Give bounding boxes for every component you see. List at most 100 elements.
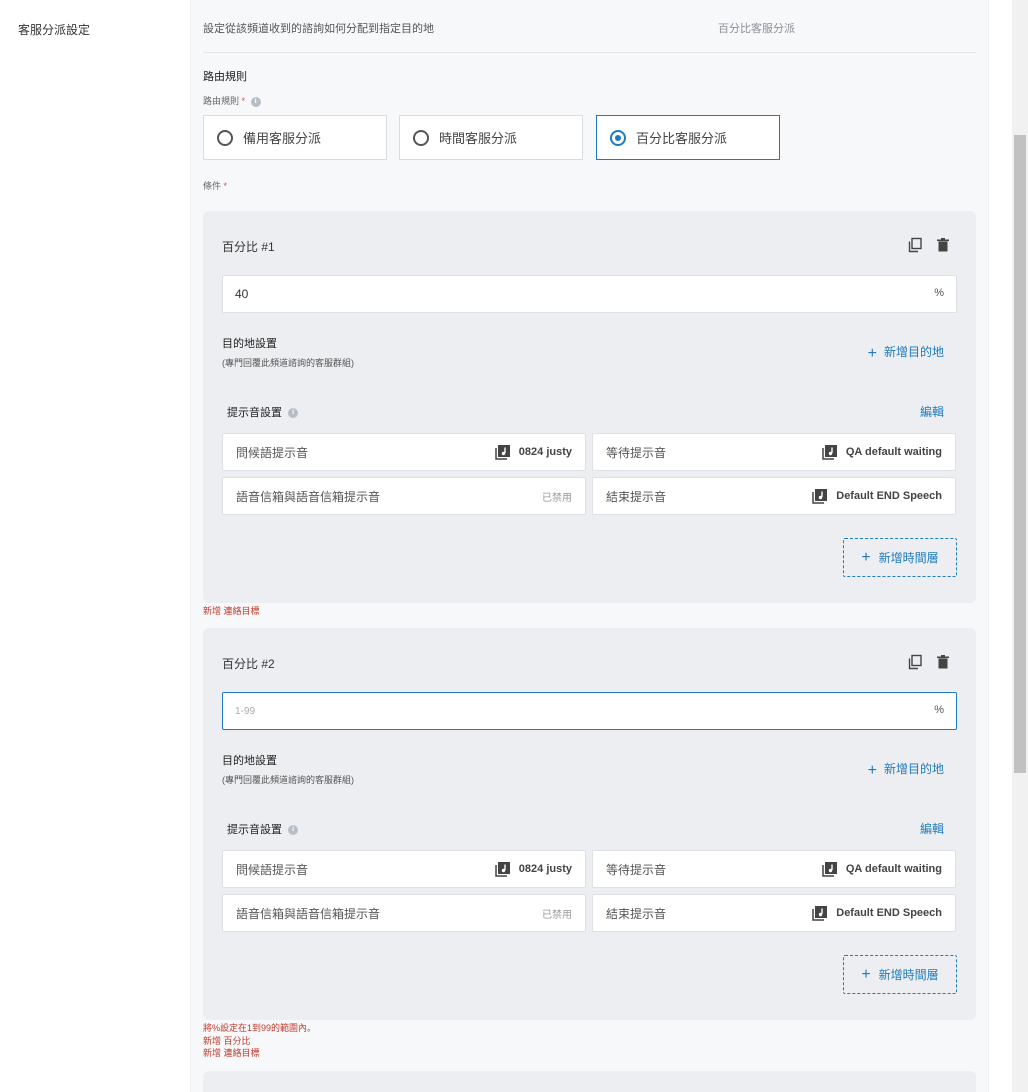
add-time-layer-button[interactable]: + 新增時間層 (843, 955, 957, 994)
scrollbar-thumb[interactable] (1014, 135, 1026, 773)
radio-label: 時間客服分派 (439, 131, 518, 146)
current-mode-text: 百分比客服分派 (718, 23, 795, 35)
prompt-value: QA default waiting (822, 444, 942, 460)
prompt-disabled-text: 已禁用 (542, 492, 572, 504)
percentage-placeholder: 1-99 (235, 705, 256, 717)
divider (203, 52, 976, 53)
end-prompt[interactable]: 結束提示音 Default END Speech (592, 477, 956, 515)
percent-suffix: % (934, 287, 944, 299)
add-destination-label: 新增目的地 (883, 762, 944, 776)
copy-icon[interactable] (907, 237, 923, 253)
percent-suffix: % (934, 704, 944, 716)
add-destination-button[interactable]: + 新增目的地 (868, 343, 944, 363)
add-destination-label: 新增目的地 (883, 345, 944, 359)
radio-time-routing[interactable]: 時間客服分派 (399, 115, 583, 160)
section-label: 客服分派設定 (18, 23, 91, 37)
prompt-value-text: QA default waiting (845, 863, 942, 875)
prompt-name: 語音信箱與語音信箱提示音 (236, 489, 381, 504)
error-add-contact: 新增 連絡目標 (203, 1048, 260, 1058)
plus-icon: + (861, 548, 871, 566)
percentage-value: 40 (235, 287, 249, 301)
prompt-value: 0824 justy (495, 861, 572, 877)
required-mark: * (241, 96, 246, 106)
prompt-name: 等待提示音 (606, 862, 667, 877)
add-time-layer-button[interactable]: + 新增時間層 (843, 538, 957, 577)
prompt-value: Default END Speech (812, 488, 942, 504)
prompt-settings-title: 提示音設置 i (227, 404, 299, 420)
section-description: 設定從該頻道收到的諮詢如何分配到指定目的地 (203, 23, 434, 35)
edit-prompts-button[interactable]: 編輯 (920, 820, 944, 837)
prompt-settings-title: 提示音設置 i (227, 821, 299, 837)
greeting-prompt[interactable]: 問候語提示音 0824 justy (222, 433, 586, 471)
radio-percentage-routing[interactable]: 百分比客服分派 (596, 115, 780, 160)
prompt-value-text: 0824 justy (518, 863, 572, 875)
trash-icon[interactable] (935, 654, 951, 670)
prompt-value: Default END Speech (812, 905, 942, 921)
radio-label: 備用客服分派 (243, 131, 322, 146)
prompt-value: QA default waiting (822, 861, 942, 877)
percentage-input[interactable]: 1-99 % (222, 692, 957, 730)
add-time-layer-label: 新增時間層 (878, 968, 939, 982)
music-file-icon (495, 862, 510, 877)
radio-label: 百分比客服分派 (636, 131, 728, 146)
percentage-card-3 (203, 1071, 976, 1092)
prompt-value: 0824 justy (495, 444, 572, 460)
copy-icon[interactable] (907, 654, 923, 670)
waiting-prompt[interactable]: 等待提示音 QA default waiting (592, 850, 956, 888)
end-prompt[interactable]: 結束提示音 Default END Speech (592, 894, 956, 932)
prompt-value-text: QA default waiting (845, 446, 942, 458)
card-title: 百分比 #2 (222, 657, 275, 671)
add-time-layer-label: 新增時間層 (878, 551, 939, 565)
radio-circle-icon (413, 129, 429, 146)
greeting-prompt[interactable]: 問候語提示音 0824 justy (222, 850, 586, 888)
destination-title: 目的地設置 (222, 755, 277, 767)
radio-backup-routing[interactable]: 備用客服分派 (203, 115, 387, 160)
prompt-name: 問候語提示音 (236, 445, 309, 460)
prompt-name: 結束提示音 (606, 906, 667, 921)
radio-selected-icon (610, 129, 626, 146)
card1-error: 新增 連絡目標 (203, 606, 260, 616)
edit-prompts-button[interactable]: 編輯 (920, 403, 944, 420)
routing-section-title: 路由規則 (203, 71, 247, 83)
prompt-name: 結束提示音 (606, 489, 667, 504)
info-icon[interactable]: i (288, 825, 299, 836)
card-title: 百分比 #1 (222, 240, 275, 254)
music-file-icon (812, 906, 828, 921)
required-mark: * (223, 181, 228, 191)
prompt-title-text: 提示音設置 (227, 824, 282, 836)
voicemail-prompt[interactable]: 語音信箱與語音信箱提示音 已禁用 (222, 477, 586, 515)
trash-icon[interactable] (935, 237, 951, 253)
music-file-icon (495, 445, 510, 460)
prompt-value-text: Default END Speech (836, 490, 942, 502)
info-icon[interactable]: i (288, 408, 299, 419)
add-destination-button[interactable]: + 新增目的地 (868, 760, 944, 780)
prompt-name: 問候語提示音 (236, 862, 309, 877)
prompt-name: 語音信箱與語音信箱提示音 (236, 906, 381, 921)
prompt-value-text: Default END Speech (836, 907, 942, 919)
destination-title: 目的地設置 (222, 338, 277, 350)
destination-subtitle: (專門回覆此頻道諮詢的客服群組) (222, 775, 354, 785)
prompt-title-text: 提示音設置 (227, 407, 282, 419)
error-add-percentage: 新增 百分比 (203, 1035, 251, 1046)
prompt-name: 等待提示音 (606, 445, 667, 460)
routing-label-text: 路由規則 (203, 96, 240, 106)
info-icon[interactable]: i (250, 96, 261, 107)
percentage-card-2: 百分比 #2 1-99 % 目的地設置 (專門回覆此頻道諮詢的客服群組) + 新增… (203, 628, 976, 1020)
plus-icon: + (861, 965, 871, 983)
condition-label-text: 條件 (203, 181, 222, 191)
radio-circle-icon (217, 129, 233, 146)
destination-subtitle: (專門回覆此頻道諮詢的客服群組) (222, 358, 354, 368)
plus-icon: + (867, 762, 877, 779)
waiting-prompt[interactable]: 等待提示音 QA default waiting (592, 433, 956, 471)
music-file-icon (812, 489, 828, 504)
voicemail-prompt[interactable]: 語音信箱與語音信箱提示音 已禁用 (222, 894, 586, 932)
music-file-icon (822, 862, 837, 877)
percentage-input[interactable]: 40 % (222, 275, 957, 313)
routing-field-label: 路由規則 * i (203, 94, 261, 107)
condition-label: 條件 * (203, 179, 227, 192)
plus-icon: + (867, 345, 877, 362)
music-file-icon (822, 445, 837, 460)
prompt-value-text: 0824 justy (518, 446, 572, 458)
error-range: 將%設定在1到99的範圍內。 (203, 1023, 317, 1033)
card2-errors: 將%設定在1到99的範圍內。 新增 百分比 新增 連絡目標 (203, 1022, 316, 1060)
